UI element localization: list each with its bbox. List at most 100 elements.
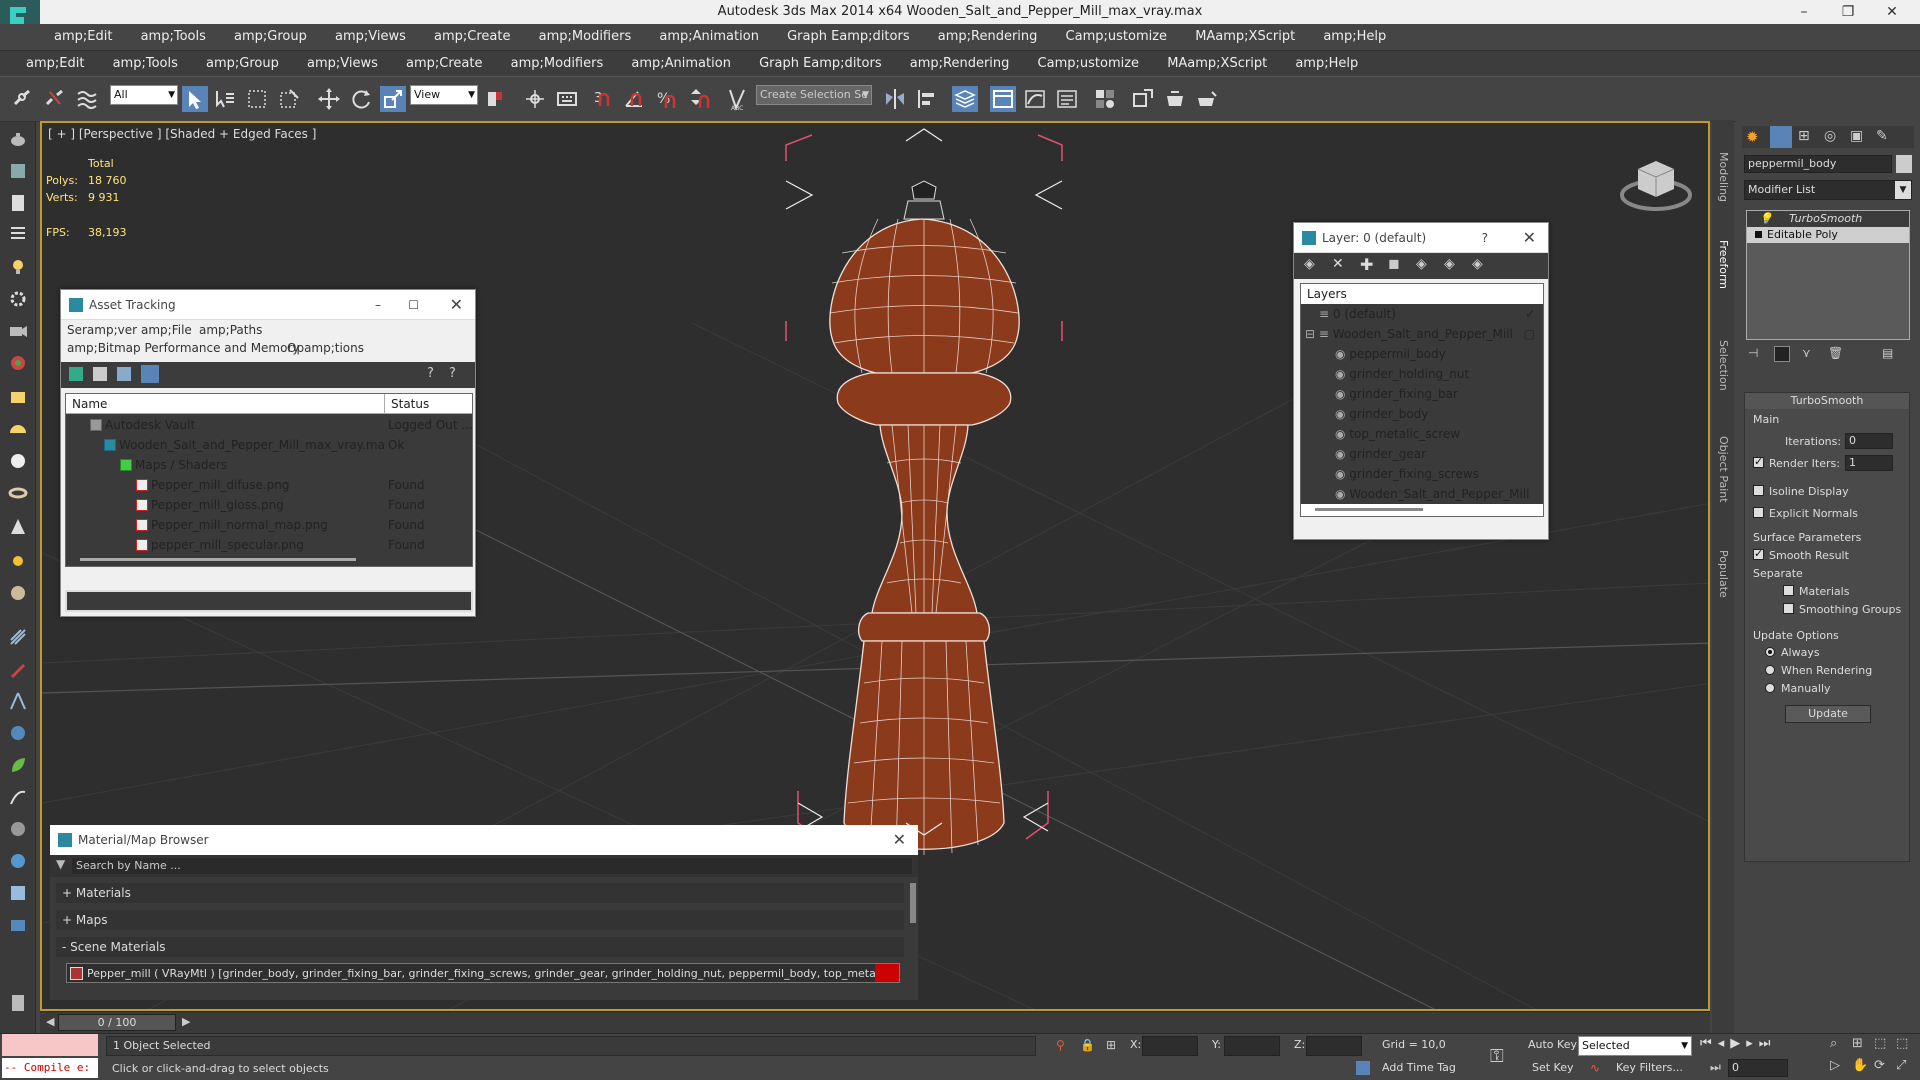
object-item[interactable]: ◉ top_metalic_screw xyxy=(1301,424,1543,444)
next-frame-icon[interactable]: ▸ xyxy=(1746,1036,1759,1051)
table-row[interactable]: Pepper_mill_difuse.png Found xyxy=(66,475,472,495)
list-icon[interactable] xyxy=(7,222,29,244)
zoom-extents-icon[interactable]: ⬚ xyxy=(1874,1036,1886,1051)
menu2-create[interactable]: amp;Create xyxy=(394,51,494,77)
orbit-icon[interactable]: ⟳ xyxy=(1874,1058,1885,1073)
render-icon[interactable] xyxy=(7,914,29,936)
maxscript-listener-pink[interactable] xyxy=(2,1034,98,1056)
menu-views[interactable]: amp;Views xyxy=(323,24,418,50)
update-button[interactable]: Update xyxy=(1785,705,1871,723)
menu-customize[interactable]: Camp;ustomize xyxy=(1054,24,1180,50)
object-color-swatch[interactable] xyxy=(1896,155,1912,173)
menu-modifiers[interactable]: amp;Modifiers xyxy=(527,24,644,50)
isolate-icon[interactable]: ⚲ xyxy=(1056,1038,1065,1052)
close-icon[interactable]: ✕ xyxy=(1872,2,1912,22)
material-search-input[interactable]: Search by Name ... xyxy=(72,858,912,874)
asset-tracking-titlebar[interactable]: Asset Tracking – ☐ ✕ xyxy=(61,290,475,320)
select-object-icon[interactable] xyxy=(182,86,208,112)
create-tab-icon[interactable]: ✹ xyxy=(1746,128,1759,146)
freeze-all-icon[interactable]: ◈ xyxy=(1472,256,1483,272)
sphere-icon[interactable] xyxy=(7,450,29,472)
object-item[interactable]: ◉ grinder_fixing_bar xyxy=(1301,384,1543,404)
menu2-rendering[interactable]: amp;Rendering xyxy=(898,51,1022,77)
box-icon[interactable] xyxy=(7,386,29,408)
zoom-extents-all-icon[interactable]: ⬚ xyxy=(1896,1036,1908,1051)
gear-icon[interactable] xyxy=(7,288,29,310)
table-row[interactable]: Maps / Shaders xyxy=(66,455,472,475)
angle-snap-icon[interactable] xyxy=(622,86,648,112)
settings-icon[interactable] xyxy=(7,882,29,904)
unlink-icon[interactable] xyxy=(42,86,68,112)
menu2-modifiers[interactable]: amp;Modifiers xyxy=(499,51,616,77)
asset-menu-options[interactable]: Opamp;tions xyxy=(287,341,364,355)
prev-frame-icon[interactable]: ◀ xyxy=(46,1015,54,1028)
delete-layer-icon[interactable]: ✕ xyxy=(1332,256,1344,272)
asset-menu-paths[interactable]: amp;Paths xyxy=(199,323,262,337)
close-icon[interactable]: ✕ xyxy=(1523,223,1536,253)
select-by-name-icon[interactable] xyxy=(212,86,238,112)
render-iters-checkbox[interactable] xyxy=(1753,455,1764,468)
camera-icon[interactable] xyxy=(7,320,29,342)
pivot-center-icon[interactable] xyxy=(482,86,508,112)
spinner-snap-icon[interactable] xyxy=(686,86,712,112)
render-setup-icon[interactable] xyxy=(1130,86,1156,112)
col-name-header[interactable]: Name xyxy=(72,394,107,414)
globe-blue-icon[interactable] xyxy=(7,850,29,872)
zoom-icon[interactable]: ⌕ xyxy=(1830,1036,1837,1051)
color-wheel-icon[interactable] xyxy=(7,352,29,374)
isoline-display-checkbox[interactable] xyxy=(1753,485,1764,496)
object-name-field[interactable]: peppermil_body xyxy=(1744,155,1892,173)
configure-sets-icon[interactable]: ▤ xyxy=(1882,346,1893,360)
group-scene-materials[interactable]: - Scene Materials xyxy=(56,937,904,957)
rectangular-selection-icon[interactable] xyxy=(244,86,270,112)
hierarchy-tab-icon[interactable]: ⊞ xyxy=(1798,128,1810,144)
field-of-view-icon[interactable]: ▷ xyxy=(1830,1058,1840,1073)
table-row[interactable]: Pepper_mill_normal_map.png Found xyxy=(66,515,472,535)
menu2-group[interactable]: amp;Group xyxy=(194,51,291,77)
display-tab-icon[interactable]: ▣ xyxy=(1850,128,1863,144)
layer-item[interactable]: ≡ 0 (default) ✓ xyxy=(1301,304,1543,324)
viewcube[interactable] xyxy=(1620,161,1692,211)
remove-modifier-icon[interactable]: 🗑 xyxy=(1828,346,1843,360)
viewport-label[interactable]: [ + ] [Perspective ] [Shaded + Edged Fac… xyxy=(48,127,316,141)
key-filters-button[interactable]: Key Filters... xyxy=(1616,1061,1683,1074)
keyboard-shortcut-icon[interactable] xyxy=(554,86,580,112)
default-in-out-tangent-icon[interactable]: ∿ xyxy=(1590,1061,1600,1075)
iterations-spinner[interactable]: 0 xyxy=(1845,433,1893,449)
torus-knot-icon[interactable] xyxy=(7,482,29,504)
teapot-icon[interactable] xyxy=(7,128,29,150)
cone-icon[interactable] xyxy=(7,516,29,538)
help-button[interactable]: ? xyxy=(1482,223,1488,253)
cloth-icon[interactable] xyxy=(7,818,29,840)
layer-titlebar[interactable]: Layer: 0 (default) ? ✕ xyxy=(1294,223,1548,253)
document-icon[interactable] xyxy=(7,192,29,214)
named-selection-set-dropdown[interactable]: Create Selection Se ▼ xyxy=(756,85,872,105)
maximize-viewport-icon[interactable]: ⤢ xyxy=(1896,1058,1906,1073)
group-maps[interactable]: + Maps xyxy=(56,910,904,930)
pan-icon[interactable]: ✋ xyxy=(1852,1058,1868,1073)
active-layer-check-icon[interactable]: ✓ xyxy=(1525,304,1535,324)
x-coordinate-field[interactable] xyxy=(1142,1036,1198,1056)
zoom-all-icon[interactable]: ⊞ xyxy=(1852,1036,1863,1051)
tab-modeling[interactable]: Modeling xyxy=(1717,152,1730,202)
material-editor-icon[interactable] xyxy=(1092,86,1118,112)
light-bulb-icon[interactable]: 💡 xyxy=(1759,211,1773,227)
menu2-edit[interactable]: amp;Edit xyxy=(14,51,96,77)
col-status-header[interactable]: Status xyxy=(384,394,429,414)
table-row[interactable]: Pepper_mill_gloss.png Found xyxy=(66,495,472,515)
align-icon[interactable] xyxy=(914,86,940,112)
tab-object-paint[interactable]: Object Paint xyxy=(1717,436,1730,503)
close-icon[interactable]: ✕ xyxy=(450,290,463,320)
menu-tools[interactable]: amp;Tools xyxy=(129,24,218,50)
show-end-result-icon[interactable] xyxy=(1774,346,1790,362)
turbosmooth-rollout-title[interactable]: TurboSmooth xyxy=(1745,393,1909,409)
detail-view-icon[interactable] xyxy=(117,367,131,381)
schematic-view-icon[interactable] xyxy=(1054,86,1080,112)
key-mode-toggle-icon[interactable]: ⏭ xyxy=(1710,1060,1721,1075)
next-frame-icon[interactable]: ▶ xyxy=(182,1015,190,1028)
sun-icon[interactable] xyxy=(7,550,29,572)
script-icon[interactable] xyxy=(7,992,29,1014)
y-coordinate-field[interactable] xyxy=(1224,1036,1280,1056)
highlight-layer-icon[interactable]: ◈ xyxy=(1416,256,1427,272)
pepper-mill-model[interactable] xyxy=(829,180,1020,855)
